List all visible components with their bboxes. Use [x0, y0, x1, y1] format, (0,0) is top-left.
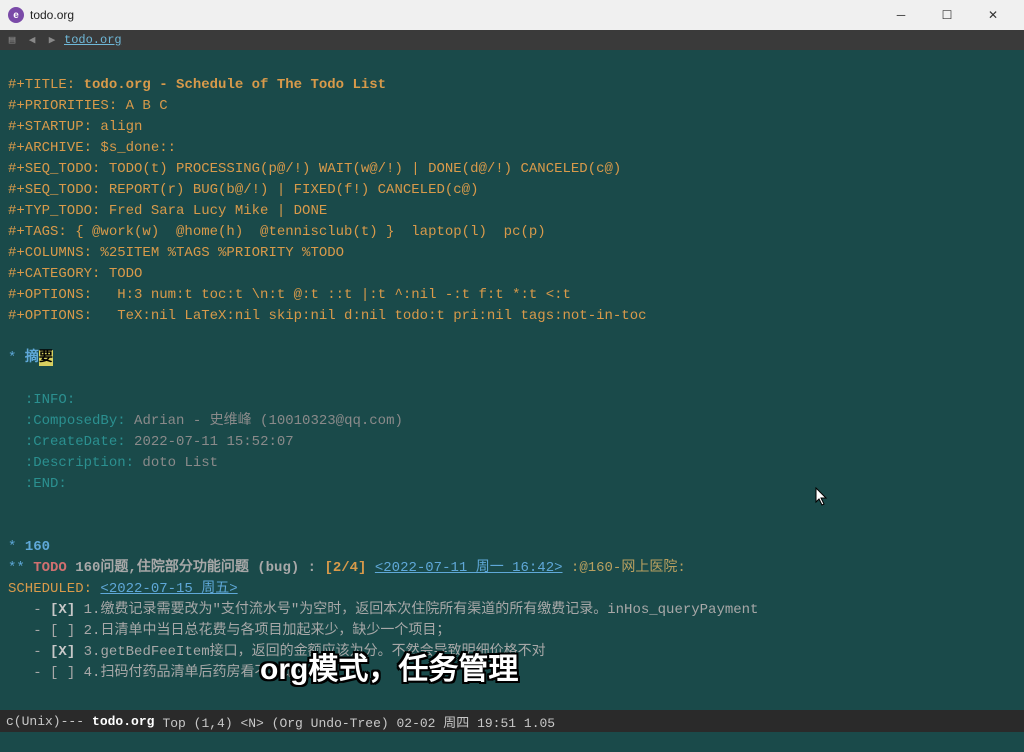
h2-star: **	[8, 560, 33, 576]
maximize-button[interactable]: ☐	[924, 0, 970, 30]
list-item: -	[8, 623, 50, 639]
toolbar-forward-icon[interactable]: ▶	[44, 32, 60, 48]
close-button[interactable]: ✕	[970, 0, 1016, 30]
h2-text: 160问题,住院部分功能问题 (bug) :	[67, 560, 325, 576]
info-open	[8, 392, 25, 408]
minibuffer[interactable]	[0, 732, 1024, 752]
item-text: 4.扫码付药品清单后药房看不到记录。	[75, 665, 324, 681]
modeline-file: todo.org	[92, 714, 154, 729]
typtodo-line: #+TYP_TODO: Fred Sara Lucy Mike | DONE	[8, 203, 327, 219]
modeline-mid: Top (1,4) <N> (Org Undo-Tree) 02-02 周四 1…	[162, 712, 555, 731]
list-item: -	[8, 665, 50, 681]
list-item: -	[8, 602, 50, 618]
app-icon: e	[8, 7, 24, 23]
todo-keyword: TODO	[33, 560, 67, 576]
h1-star: *	[8, 539, 25, 555]
tags-line: #+TAGS: { @work(w) @home(h) @tennisclub(…	[8, 224, 546, 240]
options2-line: #+OPTIONS: TeX:nil LaTeX:nil skip:nil d:…	[8, 308, 647, 324]
seqtodo1-line: #+SEQ_TODO: TODO(t) PROCESSING(p@/!) WAI…	[8, 161, 621, 177]
buffer-name[interactable]: todo.org	[64, 33, 122, 47]
item-text: 3.getBedFeeItem接口，返回的金额应该为分。不然会导致明细价格不对	[75, 644, 545, 660]
composed-key: :ComposedBy:	[25, 413, 126, 429]
emacs-toolbar: ▤ ◀ ▶ todo.org	[0, 30, 1024, 50]
checkbox[interactable]: [X]	[50, 602, 75, 618]
startup-line: #+STARTUP: align	[8, 119, 142, 135]
item-text: 1.缴费记录需要改为"支付流水号"为空时，返回本次住院所有渠道的所有缴费记录。i…	[75, 602, 758, 618]
checkbox[interactable]: [ ]	[50, 665, 75, 681]
progress-ratio: [2/4]	[324, 560, 366, 576]
info-close: :END:	[25, 476, 67, 492]
h2-tag: :@160-网上医院:	[571, 560, 686, 576]
editor-area[interactable]: #+TITLE: todo.org - Schedule of The Todo…	[0, 50, 1024, 710]
columns-line: #+COLUMNS: %25ITEM %TAGS %PRIORITY %TODO	[8, 245, 344, 261]
mode-line: c(Unix)--- todo.org Top (1,4) <N> (Org U…	[0, 710, 1024, 732]
modeline-left: c(Unix)---	[6, 714, 84, 729]
checkbox[interactable]: [X]	[50, 644, 75, 660]
window-titlebar: e todo.org ─ ☐ ✕	[0, 0, 1024, 30]
category-line: #+CATEGORY: TODO	[8, 266, 142, 282]
priorities-line: #+PRIORITIES: A B C	[8, 98, 168, 114]
h1-160: 160	[25, 539, 50, 555]
h2-date: <2022-07-11 周一 16:42>	[375, 560, 563, 576]
scheduled-key: SCHEDULED:	[8, 581, 92, 597]
title-val: todo.org - Schedule of The Todo List	[84, 77, 386, 93]
scheduled-date: <2022-07-15 周五>	[100, 581, 237, 597]
window-title: todo.org	[30, 8, 74, 22]
summary-title-b: 要	[39, 350, 53, 366]
desc-val: doto List	[134, 455, 218, 471]
minimize-button[interactable]: ─	[878, 0, 924, 30]
seqtodo2-line: #+SEQ_TODO: REPORT(r) BUG(b@/!) | FIXED(…	[8, 182, 478, 198]
created-val: 2022-07-11 15:52:07	[126, 434, 294, 450]
title-key: #+TITLE:	[8, 77, 84, 93]
toolbar-back-icon[interactable]: ◀	[24, 32, 40, 48]
heading1-star: *	[8, 350, 25, 366]
archive-line: #+ARCHIVE: $s_done::	[8, 140, 176, 156]
summary-title-a: 摘	[25, 350, 39, 366]
toolbar-menu-icon[interactable]: ▤	[4, 32, 20, 48]
desc-key: :Description:	[25, 455, 134, 471]
item-text: 2.日清单中当日总花费与各项目加起来少，缺少一个项目；	[75, 623, 450, 639]
list-item: -	[8, 644, 50, 660]
composed-val: Adrian - 史维峰 (10010323@qq.com)	[126, 413, 403, 429]
created-key: :CreateDate:	[25, 434, 126, 450]
options1-line: #+OPTIONS: H:3 num:t toc:t \n:t @:t ::t …	[8, 287, 571, 303]
checkbox[interactable]: [ ]	[50, 623, 75, 639]
mouse-cursor-icon	[815, 487, 829, 507]
